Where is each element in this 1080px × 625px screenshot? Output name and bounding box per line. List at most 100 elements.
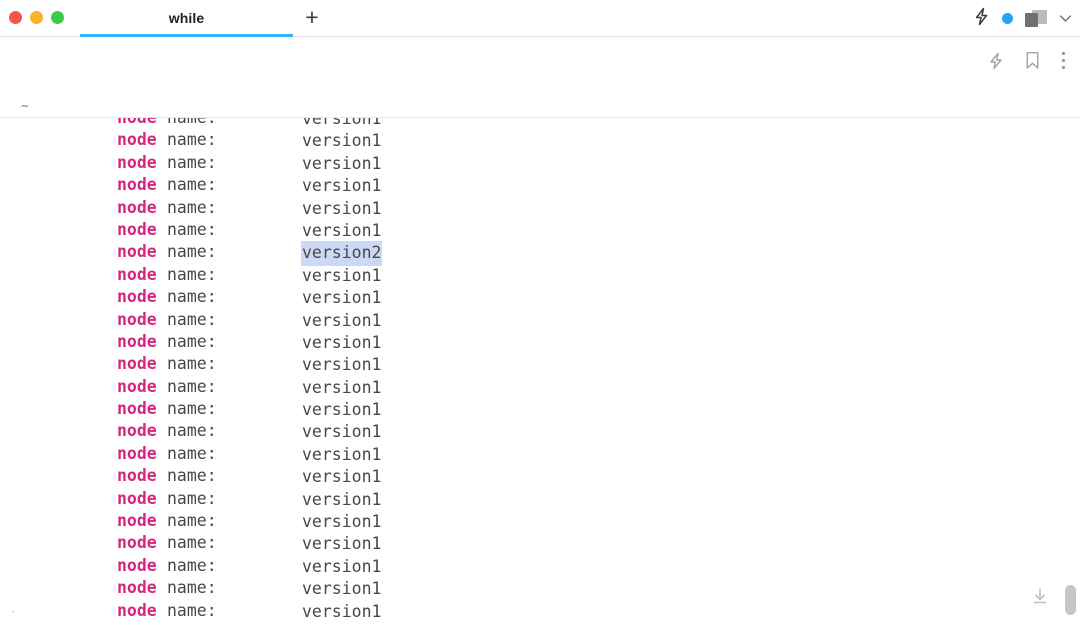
output-match-token: node (117, 309, 157, 329)
output-row: node name: version1 (0, 488, 1080, 510)
terminal-window: while + ~ node name: version1 node name:… (0, 0, 1080, 625)
output-version-value: version1 (302, 601, 382, 621)
output-version-value: version1 (302, 422, 382, 442)
output-field-label: name: (167, 466, 217, 486)
output-version-value: version1 (302, 310, 382, 330)
vertical-scrollbar-thumb[interactable] (1065, 585, 1076, 615)
output-match-token: node (117, 331, 157, 351)
output-row: node name: version1 (0, 465, 1080, 487)
output-field-label: name: (167, 376, 217, 396)
output-version-value: version1 (302, 400, 382, 420)
output-row: node name: version1 (0, 197, 1080, 219)
scroll-to-bottom-icon[interactable] (1028, 585, 1052, 609)
output-row: node name: version1 (0, 420, 1080, 442)
more-vertical-icon[interactable] (1061, 51, 1066, 75)
output-version-value: version1 (302, 467, 382, 487)
output-field-label: name: (167, 175, 217, 195)
window-corner-bottom-right (1070, 617, 1080, 625)
output-version-value: version1 (302, 444, 382, 464)
output-row: node name: version1 (0, 532, 1080, 554)
output-match-token: node (117, 117, 157, 127)
tabbar-actions (973, 0, 1072, 37)
output-match-token: node (117, 399, 157, 419)
output-match-token: node (117, 287, 157, 307)
output-version-value: version1 (302, 534, 382, 554)
window-corner-bottom-left (0, 611, 14, 625)
output-row: node name: version1 (0, 331, 1080, 353)
output-field-label: name: (167, 443, 217, 463)
output-row: node name: version1 (0, 264, 1080, 286)
output-match-token: node (117, 533, 157, 553)
output-match-token: node (117, 152, 157, 172)
output-match-token: node (117, 488, 157, 508)
output-version-value: version2 (301, 241, 383, 266)
output-row: node name: version1 (0, 398, 1080, 420)
output-match-token: node (117, 443, 157, 463)
output-version-value: version1 (302, 377, 382, 397)
terminal-output[interactable]: node name: version1 node name: version1 node na… (0, 117, 1080, 625)
bookmark-icon[interactable] (1025, 51, 1040, 75)
output-field-label: name: (167, 264, 217, 284)
tab-while[interactable]: while (80, 0, 293, 37)
output-field-label: name: (167, 399, 217, 419)
output-version-value: version1 (302, 220, 382, 240)
split-pane-icon[interactable] (1025, 10, 1047, 27)
output-rows: node name: version1 node name: version1 node na… (0, 117, 1080, 625)
maximize-window-button[interactable] (51, 11, 64, 24)
prompt-cwd: ~ (21, 99, 29, 114)
new-tab-button[interactable]: + (296, 5, 328, 33)
output-version-value: version1 (302, 556, 382, 576)
output-match-token: node (117, 578, 157, 598)
command-area: ~ while true; do curl -s http://echo.k8s… (0, 37, 1080, 137)
output-field-label: name: (167, 488, 217, 508)
output-row: node name: version1 (0, 309, 1080, 331)
output-row: node name: version1 (0, 286, 1080, 308)
output-field-label: name: (167, 152, 217, 172)
output-row: node name: version1 (0, 443, 1080, 465)
output-version-value: version1 (302, 489, 382, 509)
output-row: node name: version1 (0, 510, 1080, 532)
output-match-token: node (117, 264, 157, 284)
output-row: node name: version1 (0, 577, 1080, 599)
output-field-label: name: (167, 533, 217, 553)
output-match-token: node (117, 555, 157, 575)
minimize-window-button[interactable] (30, 11, 43, 24)
output-match-token: node (117, 466, 157, 486)
output-version-value: version1 (302, 288, 382, 308)
output-match-token: node (117, 219, 157, 239)
output-version-value: version1 (302, 265, 382, 285)
output-match-token: node (117, 130, 157, 150)
output-row: node name: version1 (0, 555, 1080, 577)
lightning-bolt-icon[interactable] (988, 52, 1004, 75)
output-field-label: name: (167, 309, 217, 329)
output-field-label: name: (167, 511, 217, 531)
output-version-value: version1 (302, 512, 382, 532)
output-field-label: name: (167, 578, 217, 598)
output-match-token: node (117, 242, 157, 262)
tab-label: while (168, 10, 205, 26)
output-field-label: name: (167, 130, 217, 150)
close-window-button[interactable] (9, 11, 22, 24)
output-row: node name: version1 (0, 174, 1080, 196)
output-version-value: version1 (302, 198, 382, 218)
output-row: node name: version1 (0, 353, 1080, 375)
output-version-value: version1 (302, 355, 382, 375)
output-row: node name: version1 (0, 129, 1080, 151)
output-field-label: name: (167, 287, 217, 307)
lightning-bolt-icon[interactable] (973, 7, 990, 31)
output-match-token: node (117, 421, 157, 441)
output-version-value: version1 (302, 176, 382, 196)
output-row: node name: version2 (0, 241, 1080, 266)
output-field-label: name: (167, 555, 217, 575)
output-field-label: name: (167, 197, 217, 217)
chevron-down-icon[interactable] (1059, 10, 1072, 28)
output-row: node name: version1 (0, 219, 1080, 241)
output-match-token: node (117, 600, 157, 620)
output-version-value: version1 (302, 131, 382, 151)
blue-status-dot (1002, 13, 1013, 24)
output-version-value: version1 (302, 332, 382, 352)
output-field-label: name: (167, 600, 217, 620)
output-field-label: name: (167, 219, 217, 239)
output-match-token: node (117, 197, 157, 217)
window-traffic-lights (9, 11, 64, 24)
